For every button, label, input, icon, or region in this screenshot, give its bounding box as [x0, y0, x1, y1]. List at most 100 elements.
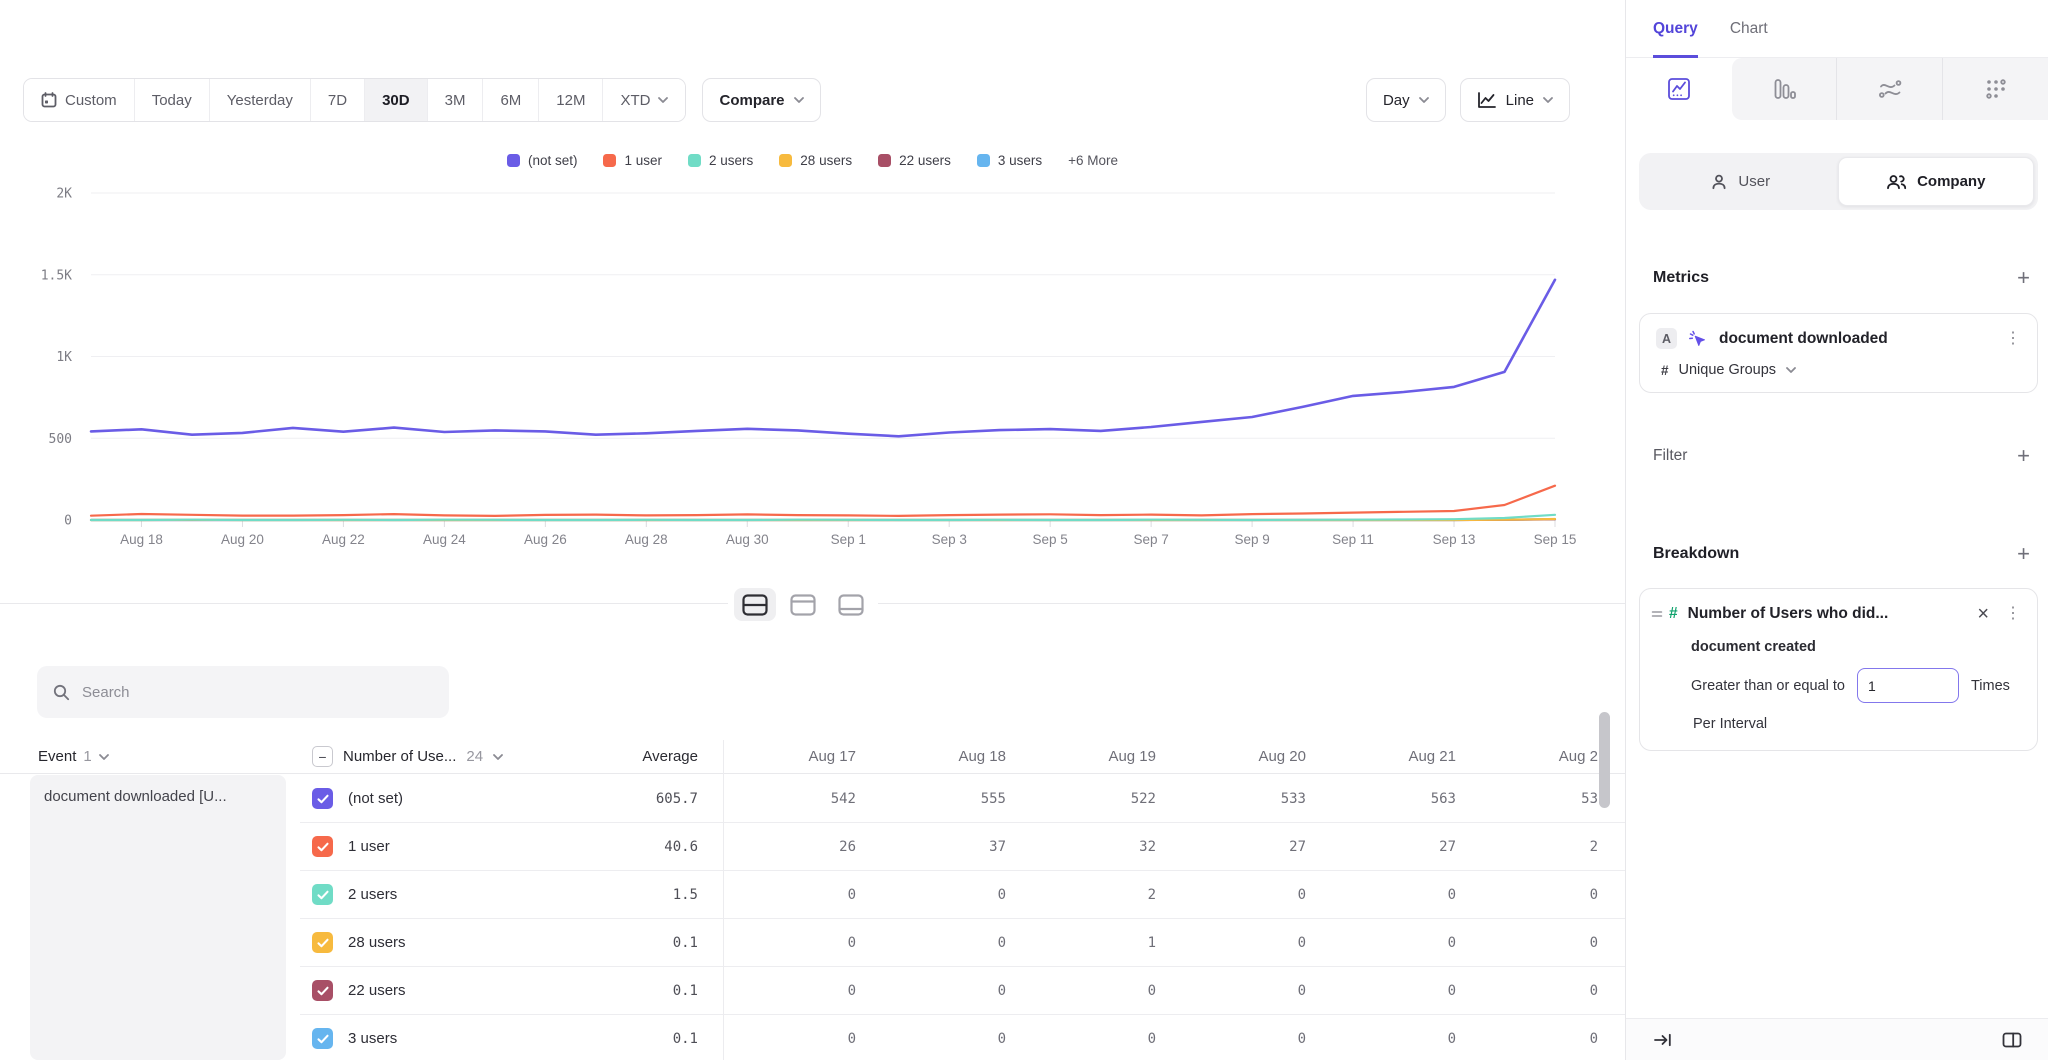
svg-text:Sep 5: Sep 5	[1033, 532, 1068, 547]
row-checkbox[interactable]	[312, 932, 333, 953]
tab-chart[interactable]: Chart	[1730, 0, 1768, 58]
breakdown-event-name[interactable]: document created	[1691, 639, 2021, 655]
table-scrollbar[interactable]	[1599, 712, 1610, 808]
scope-option-user[interactable]: User	[1643, 157, 1838, 206]
measure-label[interactable]: Unique Groups	[1679, 362, 1777, 378]
legend-more-button[interactable]: +6 More	[1068, 153, 1118, 168]
row-average: 1.5	[560, 887, 698, 903]
value-cell: 37	[856, 839, 1006, 855]
collapse-panel-icon[interactable]	[1654, 1033, 1672, 1047]
chevron-down-icon	[1543, 97, 1553, 103]
svg-text:Aug 20: Aug 20	[221, 532, 264, 547]
legend-swatch	[507, 154, 520, 167]
stream-chart-icon[interactable]	[1836, 58, 1942, 120]
value-cell: 0	[1306, 935, 1456, 951]
row-average: 605.7	[560, 791, 698, 807]
value-cell: 0	[1306, 1031, 1456, 1047]
metric-badge: A	[1656, 328, 1677, 349]
range-button-7d[interactable]: 7D	[310, 79, 364, 121]
add-filter-button[interactable]: +	[2017, 445, 2030, 467]
legend-swatch	[977, 154, 990, 167]
metric-card[interactable]: A document downloaded ⋮ # Unique Groups	[1639, 313, 2038, 393]
bar-chart-icon[interactable]	[1732, 58, 1837, 120]
value-cell: 0	[856, 983, 1006, 999]
row-checkbox[interactable]	[312, 884, 333, 905]
select-all-checkbox[interactable]: −	[312, 746, 333, 767]
legend-item[interactable]: 22 users	[878, 153, 951, 168]
date-column-header: Aug 2	[1456, 748, 1598, 765]
condition-label[interactable]: Greater than or equal to	[1691, 678, 1845, 694]
average-column-header: Average	[560, 748, 698, 765]
add-breakdown-button[interactable]: +	[2017, 543, 2030, 565]
chart-type-select[interactable]: Line	[1460, 78, 1570, 122]
cursor-click-icon	[1688, 329, 1708, 349]
row-checkbox-cell	[300, 788, 348, 809]
value-cell: 555	[856, 791, 1006, 807]
legend-item[interactable]: 1 user	[603, 153, 662, 168]
row-checkbox[interactable]	[312, 836, 333, 857]
panel-top-icon[interactable]	[782, 588, 824, 621]
close-icon[interactable]: ×	[1977, 604, 1989, 624]
row-checkbox[interactable]	[312, 1028, 333, 1049]
line-chart[interactable]: 05001K1.5K2KAug 18Aug 20Aug 22Aug 24Aug …	[0, 186, 1625, 558]
metrics-heading: Metrics	[1653, 269, 1709, 287]
chart-legend: (not set) 1 user 2 users 28 users 22 users 3 …	[0, 153, 1625, 168]
range-button-3m[interactable]: 3M	[427, 79, 483, 121]
value-cell: 0	[856, 1031, 1006, 1047]
svg-text:Aug 24: Aug 24	[423, 532, 466, 547]
interval-select[interactable]: Day	[1366, 78, 1446, 122]
range-button-today[interactable]: Today	[134, 79, 209, 121]
number-symbol: #	[1661, 363, 1669, 378]
panel-bottom-icon[interactable]	[830, 588, 872, 621]
dots-grid-icon[interactable]	[1942, 58, 2048, 120]
condition-value-input[interactable]	[1857, 668, 1959, 703]
range-button-6m[interactable]: 6M	[482, 79, 538, 121]
drag-handle-icon[interactable]	[1651, 609, 1663, 619]
row-average: 0.1	[560, 1031, 698, 1047]
range-button-yesterday[interactable]: Yesterday	[209, 79, 310, 121]
value-cell: 0	[698, 935, 856, 951]
breakdown-heading: Breakdown	[1653, 545, 1739, 563]
query-panel: Query Chart User Company Metrics + A doc…	[1625, 0, 2048, 1060]
line-chart-icon	[1477, 91, 1497, 109]
add-metric-button[interactable]: +	[2017, 267, 2030, 289]
value-cell: 53	[1456, 791, 1598, 807]
rows-split-icon[interactable]	[734, 588, 776, 621]
kebab-menu-icon[interactable]: ⋮	[2005, 606, 2021, 622]
chevron-down-icon	[1786, 367, 1796, 373]
legend-item[interactable]: (not set)	[507, 153, 578, 168]
range-button-30d[interactable]: 30D	[364, 79, 427, 121]
line-chart-icon[interactable]	[1626, 58, 1732, 120]
svg-text:Sep 15: Sep 15	[1534, 532, 1577, 547]
metrics-section-header: Metrics +	[1653, 265, 2030, 291]
layout-toggle	[728, 584, 878, 625]
kebab-menu-icon[interactable]: ⋮	[2005, 331, 2021, 347]
legend-item[interactable]: 3 users	[977, 153, 1042, 168]
row-checkbox[interactable]	[312, 788, 333, 809]
legend-label: 1 user	[624, 153, 662, 168]
row-checkbox[interactable]	[312, 980, 333, 1001]
date-column-header: Aug 20	[1156, 748, 1306, 765]
chevron-down-icon	[99, 754, 109, 760]
row-checkbox-cell	[300, 884, 348, 905]
columns-layout-icon[interactable]	[2002, 1032, 2022, 1048]
range-button-12m[interactable]: 12M	[538, 79, 602, 121]
per-interval-label[interactable]: Per Interval	[1693, 716, 2021, 732]
date-column-header: Aug 18	[856, 748, 1006, 765]
table-body: document downloaded [U... (not set) 605.…	[0, 775, 1625, 1060]
range-button-custom[interactable]: Custom	[24, 79, 134, 121]
search-input[interactable]	[82, 684, 412, 701]
svg-text:Sep 1: Sep 1	[831, 532, 866, 547]
table-row: 1 user 40.6 26373227272	[0, 823, 1625, 871]
scope-option-company[interactable]: Company	[1838, 157, 2035, 206]
legend-label: 28 users	[800, 153, 852, 168]
range-button-xtd[interactable]: XTD	[602, 79, 685, 121]
event-column-header[interactable]: Event 1	[0, 748, 300, 765]
legend-item[interactable]: 2 users	[688, 153, 753, 168]
table-rows: (not set) 605.7 54255552253356353 1 user…	[0, 775, 1625, 1060]
compare-button[interactable]: Compare	[702, 78, 820, 122]
value-cell: 522	[1006, 791, 1156, 807]
value-cell: 0	[1006, 983, 1156, 999]
legend-item[interactable]: 28 users	[779, 153, 852, 168]
tab-query[interactable]: Query	[1653, 0, 1698, 58]
